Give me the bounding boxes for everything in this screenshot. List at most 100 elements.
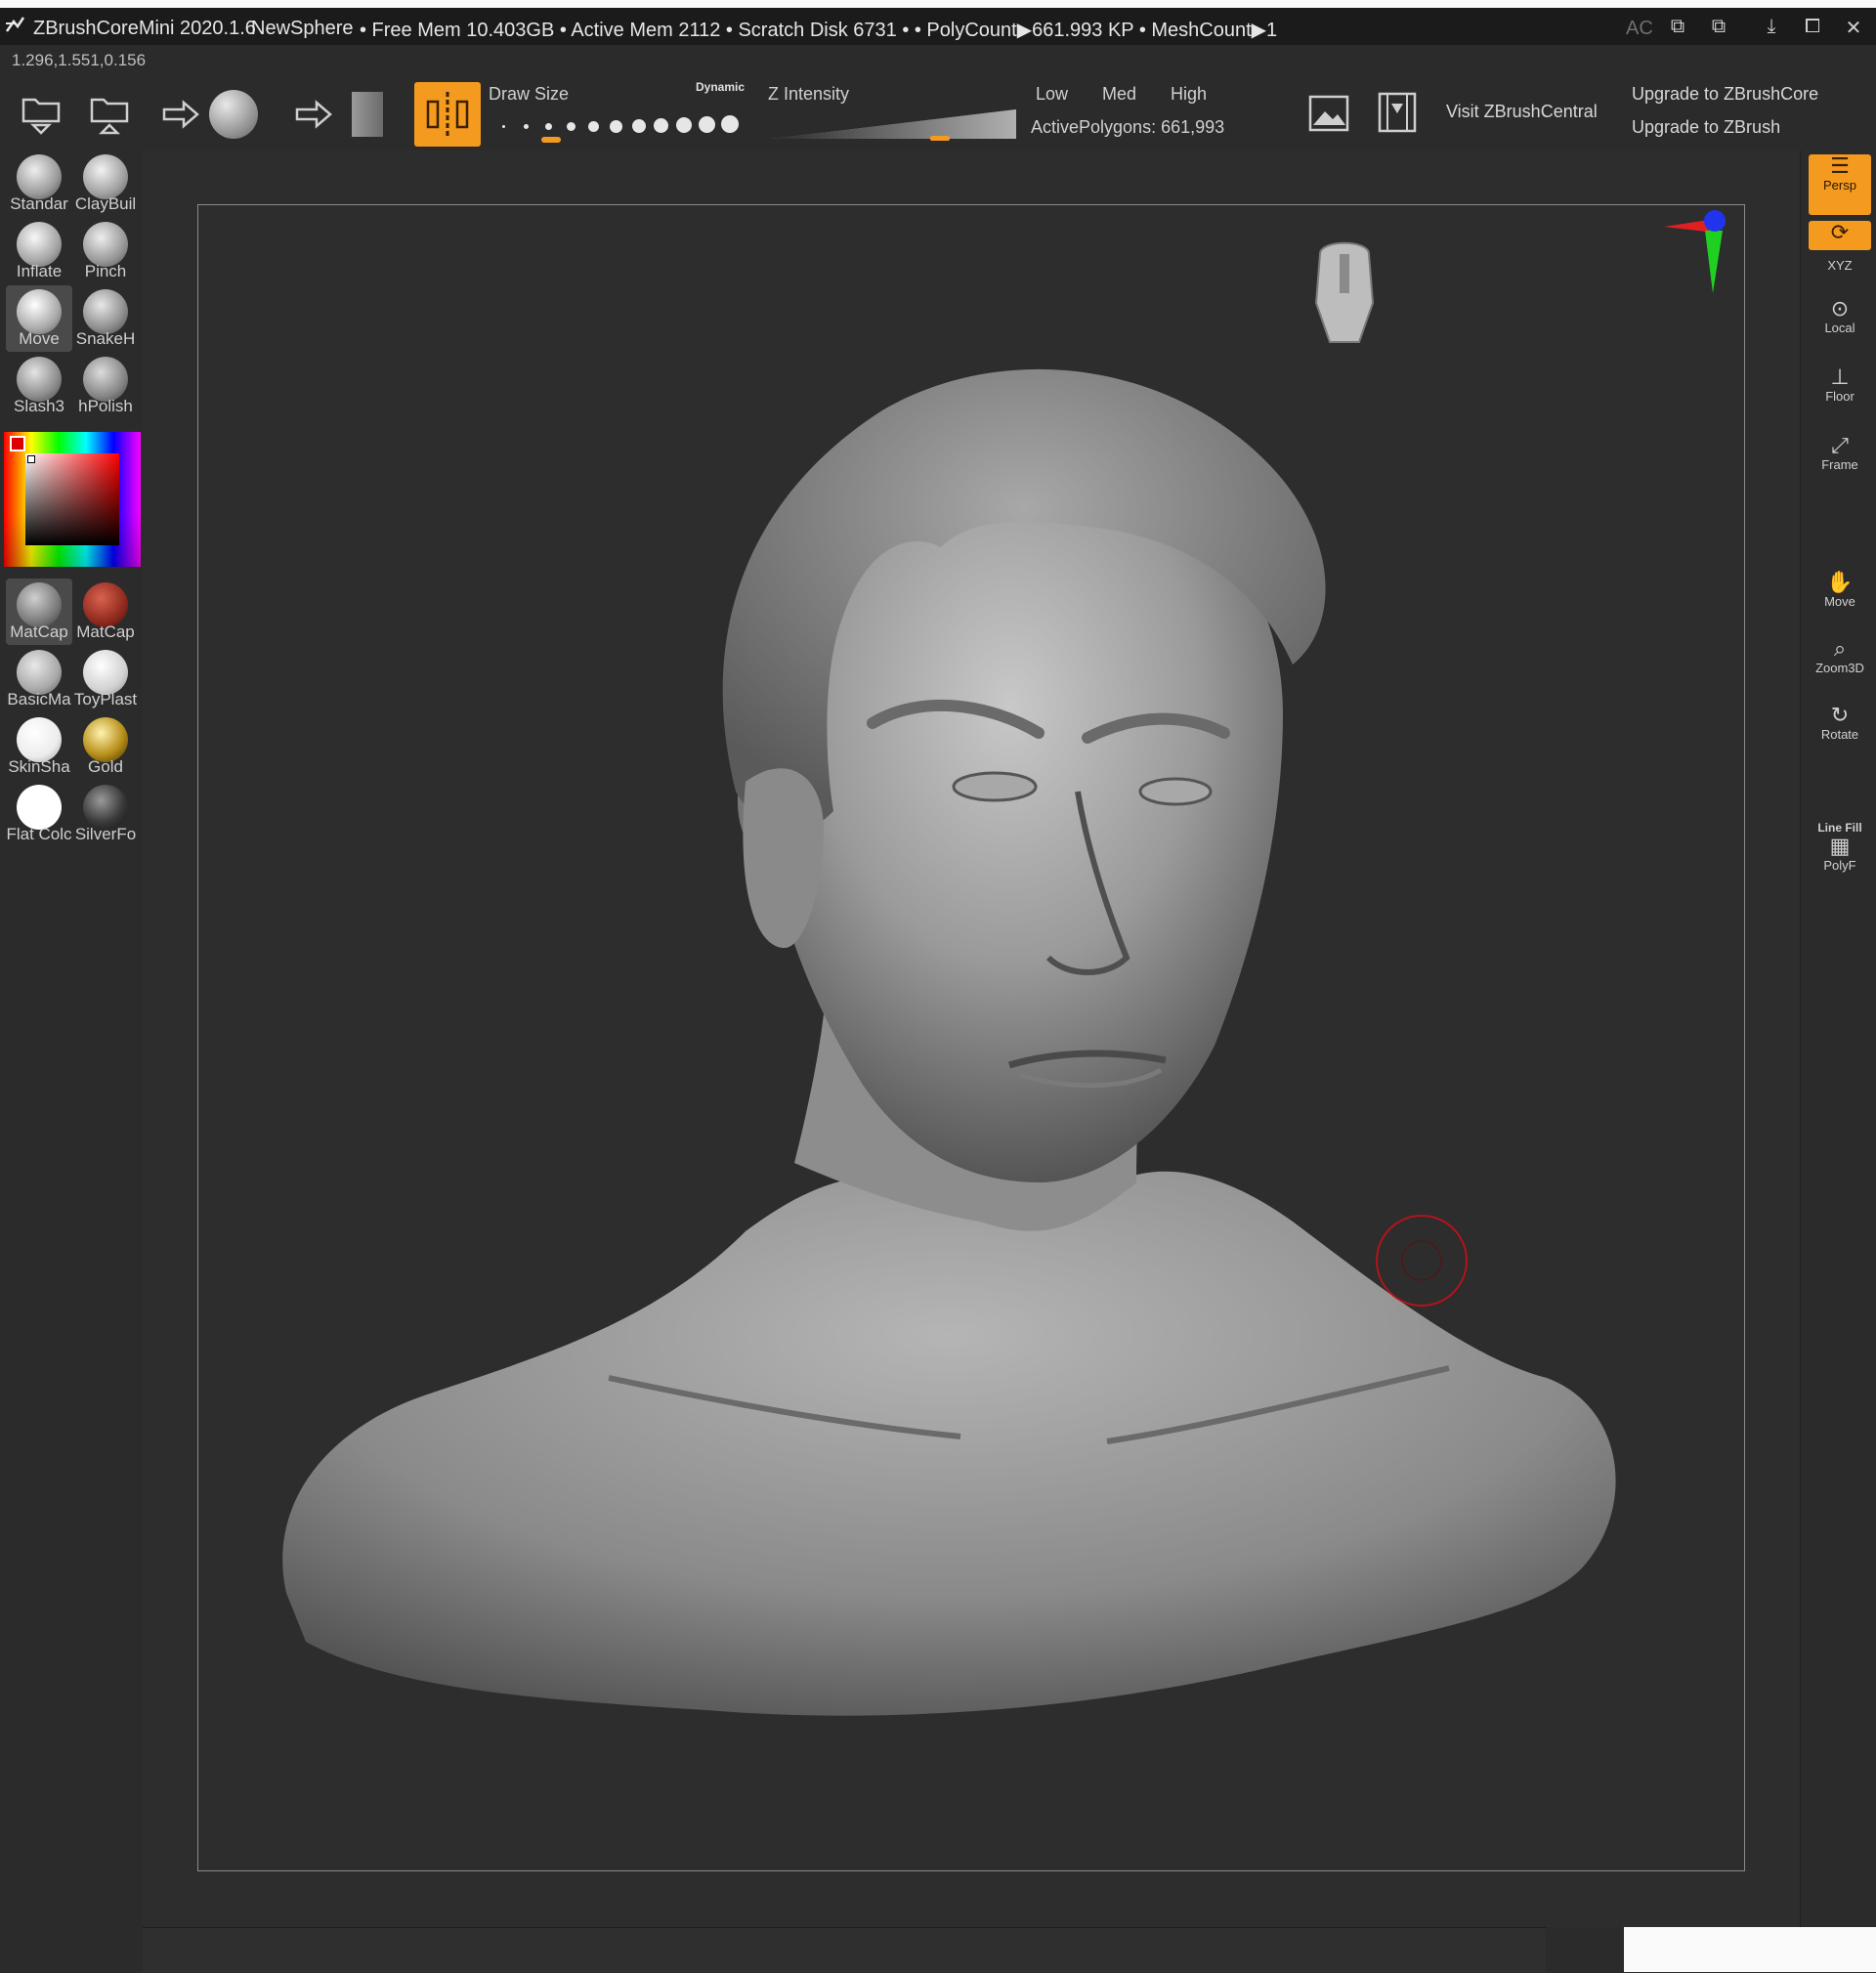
material-basic[interactable]: BasicMa [6, 646, 72, 712]
brush-label: SnakeH [75, 329, 136, 348]
brush-thumbnail [83, 357, 128, 402]
layout-left-icon[interactable]: ⧉ [1665, 16, 1690, 38]
plane-tool-icon[interactable] [352, 92, 383, 137]
z-intensity-slider[interactable] [772, 109, 1016, 141]
floor-label: Floor [1825, 389, 1855, 404]
material-label: ToyPlast [73, 690, 138, 708]
brush-label: Inflate [16, 262, 63, 280]
material-thumbnail [17, 785, 62, 830]
rotate-label: Rotate [1820, 727, 1859, 742]
zoom3d-button[interactable]: ⌕ Zoom3D [1809, 637, 1871, 676]
gyro-button[interactable]: ⟳ [1809, 221, 1871, 250]
brush-move[interactable]: Move [6, 285, 72, 352]
material-label: BasicMa [7, 690, 71, 708]
brush-thumbnail [17, 289, 62, 334]
document-name[interactable]: NewSphere [251, 18, 354, 40]
quality-high-button[interactable]: High [1171, 84, 1207, 105]
polyframe-grid-icon: ▦ [1829, 834, 1851, 858]
brush-label: hPolish [78, 397, 133, 415]
gyro-icon: ⟳ [1830, 220, 1850, 244]
persp-button[interactable]: ☰ Persp [1809, 154, 1871, 215]
axis-gizmo[interactable] [1654, 205, 1742, 303]
material-label: SilverFo [74, 825, 137, 843]
brush-standard[interactable]: Standar [6, 150, 72, 217]
z-intensity-label: Z Intensity [768, 84, 850, 104]
brush-snakehook[interactable]: SnakeH [72, 285, 139, 352]
dynamic-label[interactable]: Dynamic [696, 80, 745, 94]
document-canvas[interactable] [197, 204, 1745, 1871]
material-flatcolor[interactable]: Flat Colc [6, 781, 72, 847]
brush-thumbnail [83, 289, 128, 334]
local-button[interactable]: ⊙ Local [1809, 297, 1871, 336]
restore-icon[interactable]: ⧠ [1800, 16, 1825, 38]
brush-thumbnail [83, 154, 128, 199]
upgrade-core-link[interactable]: Upgrade to ZBrushCore [1632, 84, 1818, 105]
rotate-view-button[interactable]: ↻ Rotate [1809, 703, 1871, 743]
sculpt-bust[interactable] [198, 205, 1746, 1872]
size-dot [502, 125, 505, 128]
sphere-tool-icon[interactable] [209, 90, 258, 139]
material-gold[interactable]: Gold [72, 713, 139, 780]
ac-indicator[interactable]: AC [1626, 18, 1653, 40]
brush-label: ClayBuil [74, 194, 137, 213]
size-dot [654, 118, 668, 133]
minimize-icon[interactable]: ⤓ [1759, 16, 1784, 38]
xyz-button[interactable]: XYZ [1809, 258, 1871, 273]
save-file-icon[interactable] [86, 90, 133, 137]
brush-inflate[interactable]: Inflate [6, 218, 72, 284]
visit-zbrushcentral-link[interactable]: Visit ZBrushCentral [1446, 102, 1598, 122]
frame-button[interactable]: ⤢ Frame [1809, 433, 1871, 473]
current-color-swatch[interactable] [10, 436, 25, 451]
arrow-right-icon[interactable] [295, 100, 334, 129]
brush-hpolish[interactable]: hPolish [72, 353, 139, 419]
color-saturation-square[interactable] [25, 453, 119, 545]
color-selector-marker[interactable] [27, 455, 35, 463]
open-file-icon[interactable] [18, 90, 64, 137]
material-matcap-red[interactable]: MatCap [72, 579, 139, 645]
size-dot [721, 115, 739, 133]
polyframe-button[interactable]: Line Fill ▦ PolyF [1809, 821, 1871, 873]
image-icon[interactable] [1307, 94, 1350, 133]
brush-slash3[interactable]: Slash3 [6, 353, 72, 419]
rotate-icon: ↻ [1830, 703, 1850, 727]
cursor-coordinates: 1.296,1.551,0.156 [12, 51, 147, 69]
brush-claybuildup[interactable]: ClayBuil [72, 150, 139, 217]
material-thumbnail [17, 582, 62, 627]
brush-pinch[interactable]: Pinch [72, 218, 139, 284]
xyz-label: XYZ [1827, 258, 1853, 273]
hand-move-icon: ✋ [1826, 570, 1854, 594]
z-intensity-handle[interactable] [930, 136, 950, 141]
material-toyplastic[interactable]: ToyPlast [72, 646, 139, 712]
brush-label: Standar [10, 194, 68, 213]
upgrade-zbrush-link[interactable]: Upgrade to ZBrush [1632, 117, 1780, 138]
draw-size-label: Draw Size [489, 84, 570, 104]
material-thumbnail [83, 717, 128, 762]
material-label: MatCap [76, 622, 135, 641]
move-view-button[interactable]: ✋ Move [1809, 570, 1871, 610]
floor-button[interactable]: ⊥ Floor [1809, 365, 1871, 405]
symmetry-button[interactable] [414, 82, 481, 147]
material-label: Gold [88, 757, 123, 776]
right-shelf: ☰ Persp ⟳ XYZ ⊙ Local ⊥ Floor ⤢ Frame ✋ … [1800, 150, 1876, 1927]
draw-size-handle[interactable] [541, 137, 561, 143]
layout-right-icon[interactable]: ⧉ [1706, 16, 1731, 38]
navigation-gizmo-head[interactable] [1291, 235, 1408, 371]
close-icon[interactable]: ✕ [1841, 16, 1866, 40]
size-dot [588, 121, 599, 132]
material-skinshade[interactable]: SkinSha [6, 713, 72, 780]
material-thumbnail [17, 717, 62, 762]
frame-label: Frame [1821, 457, 1858, 472]
material-matcap-gray[interactable]: MatCap [6, 579, 72, 645]
material-thumbnail [17, 650, 62, 695]
persp-label: Persp [1823, 178, 1856, 193]
document-view-icon[interactable] [1376, 90, 1419, 135]
material-silverfoil[interactable]: SilverFo [72, 781, 139, 847]
color-picker[interactable] [4, 432, 141, 567]
brush-thumbnail [17, 222, 62, 267]
zbrush-logo-icon [5, 17, 25, 32]
size-dot [610, 120, 622, 133]
arrow-right-icon[interactable] [162, 100, 201, 129]
frame-icon: ⤢ [1831, 433, 1849, 457]
quality-med-button[interactable]: Med [1102, 84, 1136, 105]
quality-low-button[interactable]: Low [1036, 84, 1068, 105]
